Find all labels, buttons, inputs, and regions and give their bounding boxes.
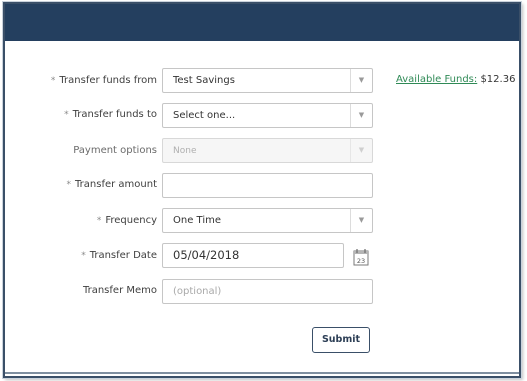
transfer-to-value: Select one... [173,110,236,121]
required-marker: * [81,251,86,261]
transfer-to-label: * Transfer funds to [64,109,157,120]
payment-options-label: Payment options [73,145,157,156]
payment-options-select[interactable]: None ▼ [162,138,373,163]
chevron-down-icon[interactable]: ▼ [350,104,372,127]
required-marker: * [66,180,72,190]
available-funds-amount: $12.36 [480,74,516,85]
calendar-day-number: 23 [357,257,365,265]
transfer-form-window: * Transfer funds from Test Savings ▼ Avai… [3,2,521,378]
transfer-from-label: * Transfer funds from [51,75,157,86]
footer-divider [5,372,519,374]
header-bar [5,4,519,41]
transfer-from-label-text: Transfer funds from [59,75,157,86]
transfer-date-label-text: Transfer Date [89,250,157,261]
frequency-select[interactable]: One Time ▼ [162,208,373,233]
chevron-down-icon[interactable]: ▼ [350,209,372,232]
available-funds: Available Funds: $12.36 [396,74,515,85]
frequency-label-text: Frequency [105,215,157,226]
transfer-amount-label: * Transfer amount [67,179,157,190]
transfer-from-value: Test Savings [173,75,235,86]
transfer-to-label-text: Transfer funds to [72,109,157,120]
chevron-down-icon: ▼ [350,139,372,162]
memo-input[interactable]: (optional) [162,279,373,304]
payment-options-label-text: Payment options [73,145,157,156]
memo-placeholder: (optional) [173,286,222,297]
transfer-amount-input[interactable] [162,173,373,198]
transfer-to-select[interactable]: Select one... ▼ [162,103,373,128]
required-marker: * [64,110,69,120]
transfer-date-input[interactable]: 05/04/2018 [162,243,344,268]
transfer-date-value: 05/04/2018 [173,248,240,262]
transfer-amount-label-text: Transfer amount [75,179,157,190]
calendar-icon[interactable]: 23 [353,248,369,266]
frequency-value: One Time [173,215,222,226]
chevron-down-icon[interactable]: ▼ [350,69,372,92]
required-marker: * [96,216,102,226]
transfer-date-label: * Transfer Date [81,250,157,261]
available-funds-link[interactable]: Available Funds: [396,74,477,85]
transfer-from-select[interactable]: Test Savings ▼ [162,68,373,93]
payment-options-value: None [173,146,197,156]
required-marker: * [50,76,56,86]
memo-label-text: Transfer Memo [82,285,157,296]
submit-button[interactable]: Submit [312,327,370,353]
frequency-label: * Frequency [97,215,157,226]
memo-label: Transfer Memo [83,285,157,296]
